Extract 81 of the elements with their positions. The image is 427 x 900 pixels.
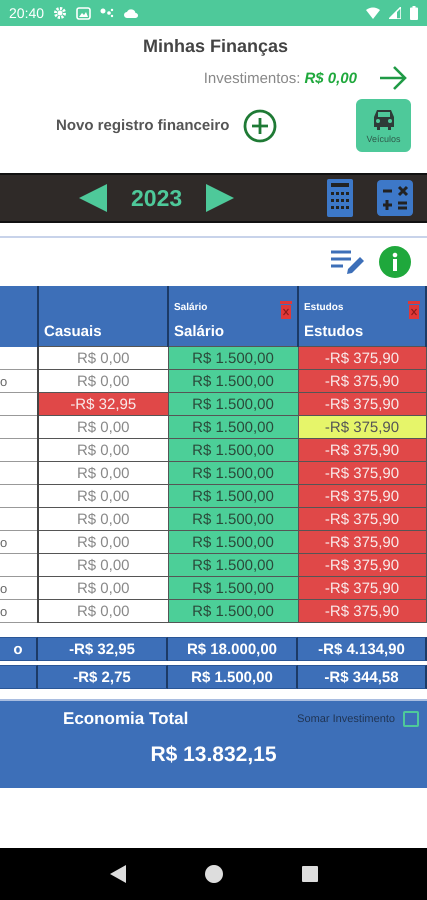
column-tag: Salário — [174, 299, 208, 313]
info-icon[interactable] — [379, 246, 411, 278]
summary-cell: o — [0, 637, 38, 661]
table-cell: R$ 0,00 — [38, 416, 168, 438]
table-cell: -R$ 375,90 — [298, 554, 426, 576]
table-cell: R$ 1.500,00 — [168, 438, 298, 462]
home-icon[interactable] — [204, 865, 222, 883]
row-label: o — [0, 604, 8, 618]
table-cell: -R$ 375,90 — [298, 462, 426, 484]
add-investment-checkbox[interactable] — [403, 711, 419, 727]
summary-cell: -R$ 2,75 — [38, 665, 168, 689]
row-label: o — [0, 580, 8, 596]
column-title: Salário — [174, 323, 226, 342]
table-cell: R$ 0,00 — [38, 438, 168, 462]
table-cell: R$ 0,00 — [38, 600, 168, 622]
table-cell: -R$ 375,90 — [298, 484, 426, 508]
table-cell: R$ 0,00 — [38, 370, 168, 392]
table-cell: R$ 0,00 — [38, 576, 168, 600]
summary-cell: -R$ 32,95 — [38, 637, 168, 661]
app-title: Minhas Finanças — [142, 36, 290, 57]
summary-cell — [0, 665, 38, 689]
wifi-icon — [366, 7, 380, 19]
savings-title: Economia Total — [63, 709, 188, 729]
signal-icon — [389, 7, 401, 19]
gear-icon — [53, 6, 68, 20]
table-cell: -R$ 375,90 — [298, 600, 426, 622]
row-label: o — [0, 374, 8, 388]
table-cell: R$ 1.500,00 — [168, 554, 298, 576]
table-cell: R$ 1.500,00 — [168, 370, 298, 392]
calculator-icon[interactable] — [327, 179, 353, 217]
investments-value: R$ 0,00 — [304, 70, 357, 86]
investments-label: Investimentos: — [204, 70, 300, 86]
next-year-icon[interactable] — [204, 182, 236, 214]
row-label: o — [0, 534, 8, 550]
table-cell: -R$ 375,90 — [298, 530, 426, 554]
cloud-icon — [123, 8, 140, 18]
column-title: Estudos — [304, 323, 364, 342]
dots-icon — [100, 7, 114, 19]
column-tag: Estudos — [304, 299, 344, 313]
table-cell: -R$ 375,90 — [298, 508, 426, 530]
table-cell: R$ 0,00 — [38, 484, 168, 508]
table-cell: R$ 1.500,00 — [168, 600, 298, 622]
table-cell: -R$ 375,90 — [298, 346, 426, 370]
table-cell: -R$ 375,90 — [298, 438, 426, 462]
table-cell: R$ 0,00 — [38, 554, 168, 576]
table-cell: R$ 1.500,00 — [168, 508, 298, 530]
column-title: Casuais — [44, 323, 103, 342]
table-cell: R$ 1.500,00 — [168, 462, 298, 484]
table-cell: -R$ 375,90 — [298, 416, 426, 438]
table-cell: R$ 1.500,00 — [168, 346, 298, 370]
table-cell: R$ 1.500,00 — [168, 392, 298, 416]
add-icon[interactable] — [243, 108, 278, 142]
table-cell: R$ 1.500,00 — [168, 530, 298, 554]
table-cell: R$ 0,00 — [38, 530, 168, 554]
vehicles-button[interactable]: Veículos — [356, 99, 411, 152]
arrow-right-icon[interactable] — [379, 65, 407, 91]
recents-icon[interactable] — [302, 866, 318, 882]
table-cell: R$ 0,00 — [38, 508, 168, 530]
savings-total: R$ 13.832,15 — [149, 743, 278, 767]
battery-icon — [410, 6, 418, 20]
table-cell: -R$ 375,90 — [298, 392, 426, 416]
back-icon[interactable] — [110, 865, 126, 883]
table-cell: R$ 1.500,00 — [168, 484, 298, 508]
table-cell: -R$ 375,90 — [298, 576, 426, 600]
previous-year-icon[interactable] — [77, 182, 109, 214]
add-investment-label: Somar Investimento — [297, 713, 395, 725]
new-record-label: Novo registro financeiro — [56, 117, 230, 134]
table-cell: R$ 0,00 — [38, 462, 168, 484]
table-cell: -R$ 375,90 — [298, 370, 426, 392]
math-operations-icon[interactable] — [377, 180, 413, 216]
table-cell: R$ 1.500,00 — [168, 416, 298, 438]
summary-cell: R$ 1.500,00 — [168, 665, 298, 689]
table-cell: -R$ 32,95 — [38, 392, 168, 416]
year-label: 2023 — [131, 184, 182, 212]
summary-cell: R$ 18.000,00 — [168, 637, 298, 661]
status-time: 20:40 — [9, 5, 44, 21]
image-icon — [76, 6, 92, 20]
summary-cell: -R$ 4.134,90 — [298, 637, 427, 661]
table-cell: R$ 1.500,00 — [168, 576, 298, 600]
summary-cell: -R$ 344,58 — [298, 665, 427, 689]
table-cell: R$ 0,00 — [38, 346, 168, 370]
